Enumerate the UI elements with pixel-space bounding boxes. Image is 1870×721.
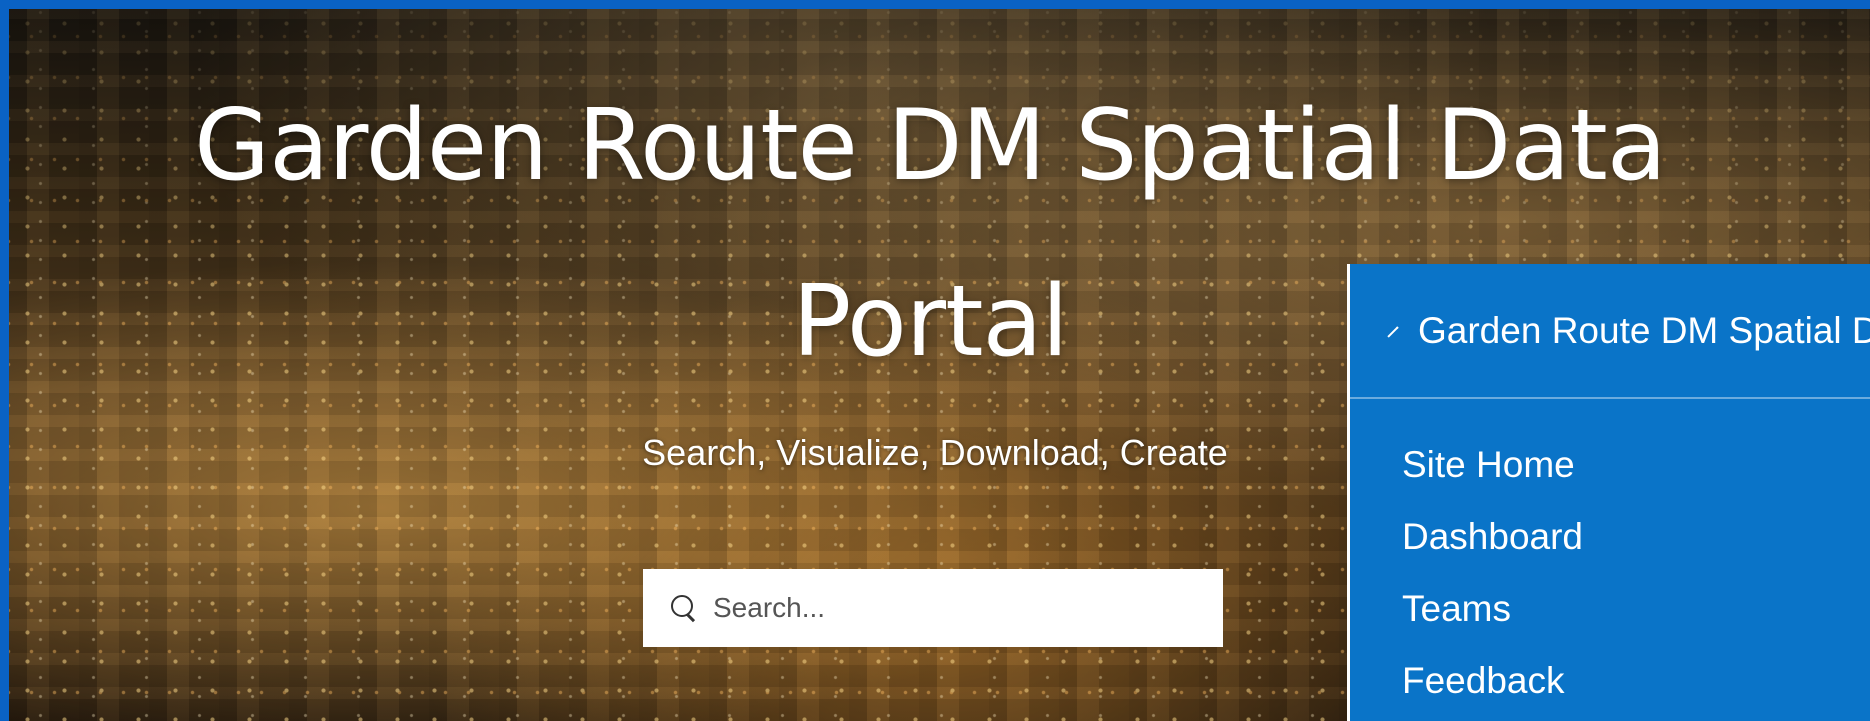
search-input[interactable] bbox=[711, 591, 1195, 625]
nav-item-teams[interactable]: Teams bbox=[1402, 573, 1870, 645]
nav-item-site-home[interactable]: Site Home bbox=[1402, 429, 1870, 501]
site-nav-panel: Garden Route DM Spatial Data Portal Site… bbox=[1347, 264, 1870, 721]
chevron-right-icon bbox=[1387, 325, 1399, 338]
nav-panel-header[interactable]: Garden Route DM Spatial Data Portal bbox=[1350, 264, 1870, 399]
nav-item-feedback[interactable]: Feedback bbox=[1402, 645, 1870, 717]
search-icon bbox=[667, 591, 701, 625]
nav-menu: Site Home Dashboard Teams Feedback bbox=[1350, 399, 1870, 717]
nav-item-dashboard[interactable]: Dashboard bbox=[1402, 501, 1870, 573]
nav-panel-header-label: Garden Route DM Spatial Data Portal bbox=[1418, 309, 1870, 351]
search-box[interactable] bbox=[643, 569, 1223, 647]
